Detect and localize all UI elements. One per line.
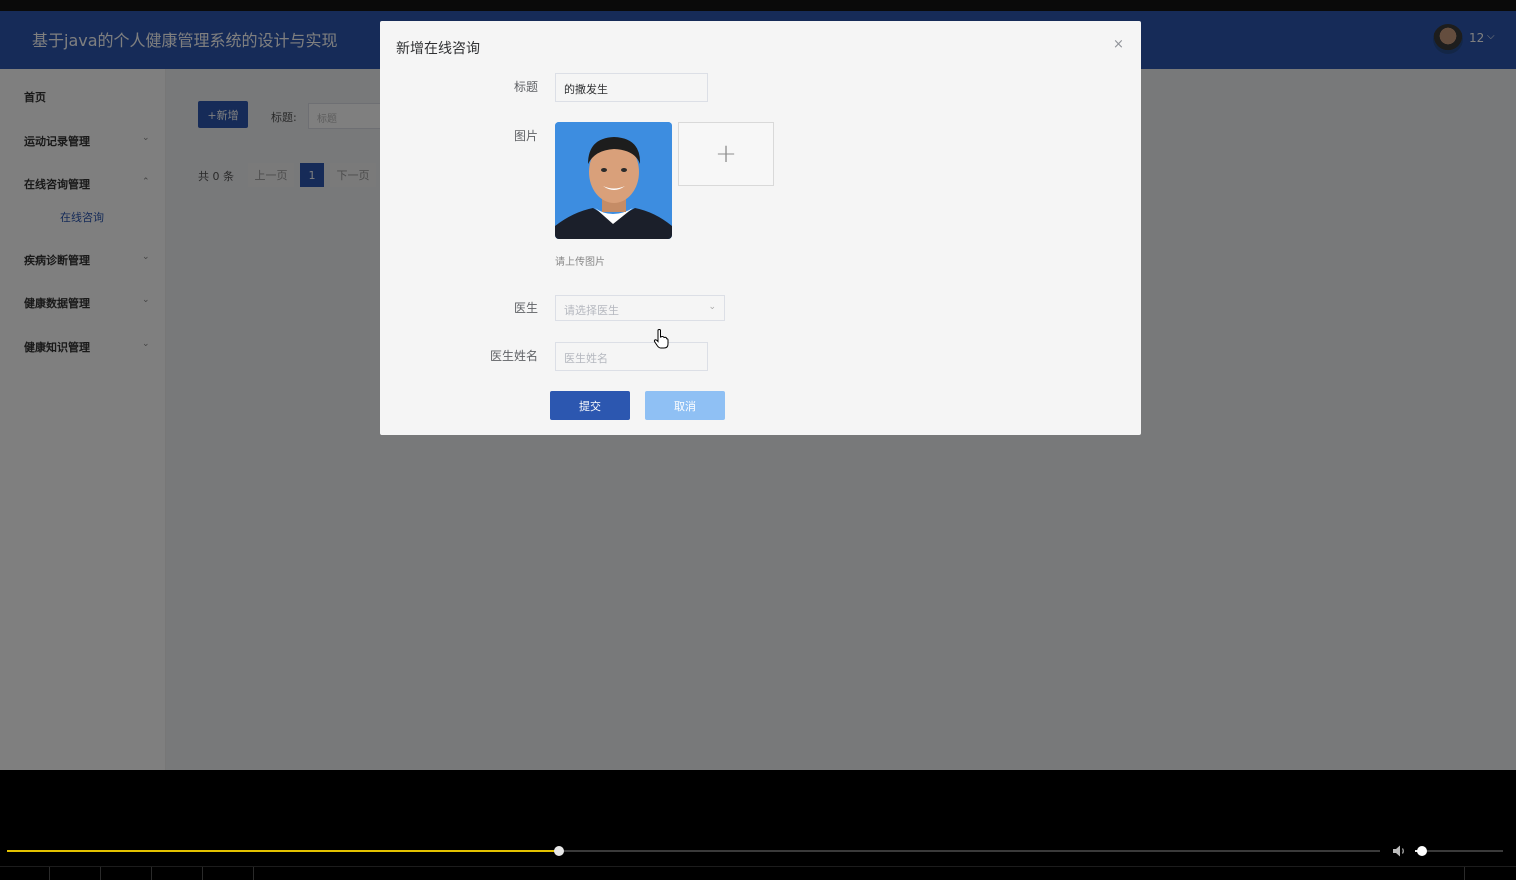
- doctor-name-input[interactable]: 医生姓名: [555, 342, 708, 371]
- player-button[interactable]: [152, 867, 203, 880]
- image-upload-button[interactable]: +: [678, 122, 774, 186]
- hand-cursor-icon: [653, 329, 669, 349]
- dialog-title: 新增在线咨询: [396, 41, 480, 57]
- top-black-strip: [0, 0, 1516, 11]
- player-button[interactable]: [1464, 867, 1516, 880]
- image-label: 图片: [513, 129, 538, 143]
- video-player-bar: [0, 770, 1516, 880]
- close-icon[interactable]: ×: [1113, 37, 1124, 52]
- doctor-name-label: 医生姓名: [489, 349, 538, 363]
- add-consult-dialog: 新增在线咨询 × 标题 的撒发生 图片 + 请上传图片 医生 请选择医生 ⌄ 医…: [380, 21, 1141, 435]
- screen: 基于java的个人健康管理系统的设计与实现 12 ⌵ 首页 运动记录管理 ⌄ 在…: [0, 0, 1516, 880]
- player-button[interactable]: [0, 867, 50, 880]
- player-button[interactable]: [203, 867, 254, 880]
- upload-tip: 请上传图片: [555, 257, 605, 268]
- player-button[interactable]: [101, 867, 152, 880]
- volume-slider[interactable]: [1415, 846, 1503, 856]
- cancel-button[interactable]: 取消: [645, 391, 725, 420]
- title-input[interactable]: 的撒发生: [555, 73, 708, 102]
- title-label: 标题: [513, 80, 538, 94]
- volume-icon[interactable]: [1392, 844, 1408, 858]
- doctor-label: 医生: [513, 301, 538, 315]
- doctor-select-placeholder: 请选择医生: [564, 304, 619, 317]
- player-bottom-buttons: [0, 866, 1516, 880]
- portrait-image: [555, 122, 672, 239]
- seek-progress: [7, 850, 559, 852]
- plus-icon: +: [715, 139, 737, 169]
- submit-button[interactable]: 提交: [550, 391, 630, 420]
- volume-handle[interactable]: [1417, 846, 1428, 856]
- uploaded-image[interactable]: [555, 122, 672, 239]
- app-window: 基于java的个人健康管理系统的设计与实现 12 ⌵ 首页 运动记录管理 ⌄ 在…: [0, 11, 1516, 770]
- doctor-select[interactable]: 请选择医生 ⌄: [555, 295, 725, 321]
- player-button[interactable]: [50, 867, 101, 880]
- chevron-down-icon: ⌄: [708, 302, 716, 312]
- seek-bar[interactable]: [7, 846, 1380, 856]
- seek-handle[interactable]: [553, 846, 564, 856]
